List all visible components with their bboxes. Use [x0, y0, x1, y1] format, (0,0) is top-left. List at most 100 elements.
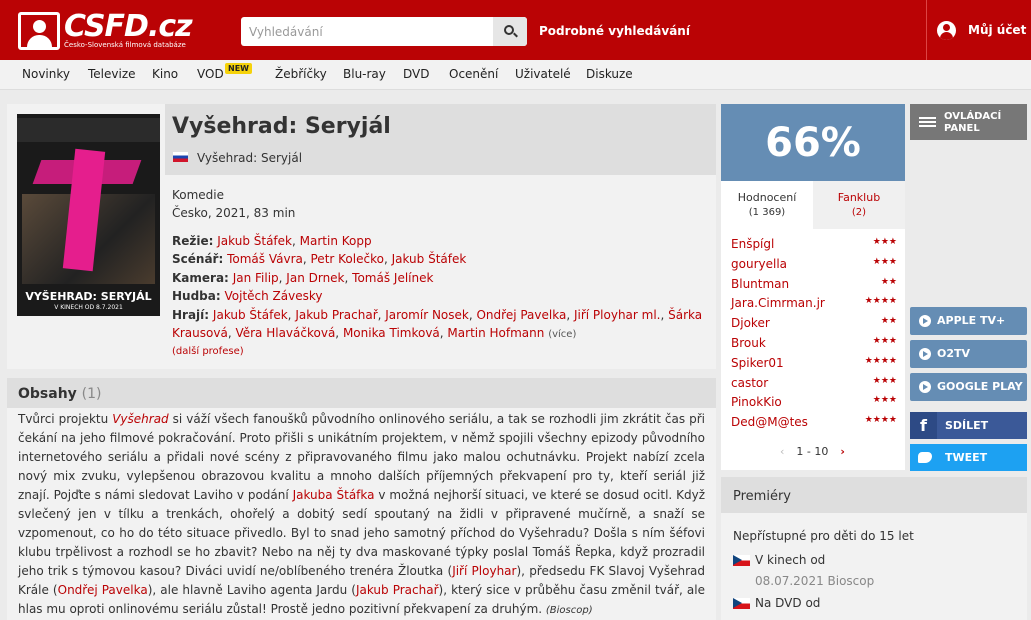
person-link[interactable]: Jan Drnek [286, 271, 344, 285]
user-link[interactable]: Spiker01 [731, 356, 784, 370]
list-item: Enšpígl ★★★ [731, 237, 897, 257]
nav-item-kino[interactable]: Kino [152, 67, 178, 81]
star-rating: ★★★ [872, 237, 897, 247]
film-genre: Komedie [172, 188, 225, 202]
nav-item-uzivatele[interactable]: Uživatelé [515, 67, 571, 81]
user-link[interactable]: Djoker [731, 316, 770, 330]
film-poster[interactable]: VYŠEHRAD: SERYJÁL V KINECH OD 8.7.2021 [17, 114, 160, 316]
age-rating: Nepřístupné pro děti do 15 let [733, 529, 914, 543]
user-icon [937, 20, 956, 40]
nav-item-diskuze[interactable]: Diskuze [586, 67, 633, 81]
list-item: Djoker ★★ [731, 316, 897, 336]
film-title: Vyšehrad: Seryjál [172, 114, 391, 139]
vod-o2tv-button[interactable]: O2TV [910, 340, 1027, 368]
film-alt-title: Vyšehrad: Seryjál [197, 151, 303, 165]
poster-title: VYŠEHRAD: SERYJÁL [25, 290, 152, 303]
user-link[interactable]: castor [731, 376, 768, 390]
credits-camera: Kamera: Jan Filip, Jan Drnek, Tomáš Jelí… [172, 270, 434, 285]
advanced-search-link[interactable]: Podrobné vyhledávání [539, 24, 690, 38]
site-logo[interactable]: CSFD.cz Česko-Slovenská filmová databáze [18, 8, 193, 50]
person-link[interactable]: Jan Filip [233, 271, 279, 285]
credits-cast: Hrají: Jakub Štáfek, Jakub Prachař, Jaro… [172, 307, 703, 341]
person-link[interactable]: Ondřej Pavelka [476, 308, 566, 322]
user-link[interactable]: PinokKio [731, 395, 782, 409]
star-rating: ★★★ [872, 375, 897, 386]
list-item: Ded@M@tes ★★★★ [731, 415, 897, 435]
nav-item-vod[interactable]: VOD [197, 67, 224, 81]
nav-item-televize[interactable]: Televize [88, 67, 136, 81]
twitter-share-button[interactable]: TWEET [910, 444, 1027, 471]
list-item: Spiker01 ★★★★ [731, 356, 897, 376]
tab-fanclub[interactable]: Fanklub (2) [813, 181, 905, 229]
person-link[interactable]: Jakuba Štáfka [293, 488, 375, 502]
control-panel-button[interactable]: OVLÁDACÍ PANEL [910, 104, 1027, 140]
list-item: Brouk ★★★ [731, 336, 897, 356]
vod-google-play-button[interactable]: GOOGLE PLAY [910, 373, 1027, 401]
credits-directing: Režie: Jakub Štáfek, Martin Kopp [172, 234, 372, 248]
user-link[interactable]: Jara.Cimrman.jr [731, 296, 825, 310]
person-link[interactable]: Tomáš Jelínek [352, 271, 433, 285]
twitter-icon [918, 452, 932, 463]
person-link[interactable]: Martin Hofmann [447, 326, 544, 340]
person-link[interactable]: Tomáš Vávra [227, 252, 303, 266]
more-professions-link[interactable]: (další profese) [172, 346, 244, 357]
list-item: PinokKio ★★★ [731, 395, 897, 415]
list-item: gouryella ★★★ [731, 257, 897, 277]
search-box [241, 17, 527, 46]
person-link[interactable]: Vojtěch Závesky [225, 289, 323, 303]
person-link[interactable]: Věra Hlaváčková [235, 326, 335, 340]
person-link[interactable]: Jakub Štáfek [217, 234, 292, 248]
person-link[interactable]: Jakub Prachař [356, 583, 439, 597]
user-link[interactable]: Enšpígl [731, 237, 774, 251]
list-item: Jara.Cimrman.jr ★★★★ [731, 296, 897, 316]
person-link[interactable]: Petr Kolečko [311, 252, 384, 266]
nav-item-zebricky[interactable]: Žebříčky [275, 67, 327, 81]
user-link[interactable]: Brouk [731, 336, 766, 350]
person-link[interactable]: Jaromír Nosek [385, 308, 469, 322]
person-link[interactable]: Jakub Štáfek [392, 252, 467, 266]
premieres-title: Premiéry [733, 489, 791, 504]
chevron-right-icon[interactable]: › [840, 445, 845, 458]
play-icon [919, 315, 931, 327]
logo-subtitle: Česko-Slovenská filmová databáze [64, 40, 186, 49]
nav-item-novinky[interactable]: Novinky [22, 67, 70, 81]
facebook-icon: f [910, 412, 937, 439]
star-rating: ★★★ [872, 256, 897, 267]
film-link[interactable]: Vyšehrad [112, 412, 168, 426]
user-link[interactable]: gouryella [731, 257, 787, 271]
new-badge: NEW [225, 63, 252, 74]
star-rating: ★★★★ [864, 296, 897, 307]
person-link[interactable]: Jakub Prachař [295, 308, 377, 322]
person-link[interactable]: Jiří Ployhar ml. [574, 308, 661, 322]
search-input[interactable] [241, 17, 493, 46]
user-link[interactable]: Bluntman [731, 277, 789, 291]
search-button[interactable] [493, 17, 527, 46]
list-item: Bluntman ★★ [731, 277, 897, 297]
cast-more-link[interactable]: (více) [548, 329, 576, 340]
nav-item-bluray[interactable]: Blu-ray [343, 67, 386, 81]
plot-count: (1) [81, 386, 102, 402]
logo-text: CSFD.cz [64, 8, 193, 44]
chevron-left-icon[interactable]: ‹ [780, 445, 784, 458]
premiere-dvd-label: Na DVD od [755, 596, 821, 610]
account-label: Můj účet [968, 23, 1027, 37]
nav-item-dvd[interactable]: DVD [403, 67, 429, 81]
tab-ratings[interactable]: Hodnocení (1 369) [721, 181, 813, 229]
vod-apple-tv-button[interactable]: APPLE TV+ [910, 307, 1027, 335]
star-rating: ★★★ [872, 395, 897, 406]
film-origin: Česko, 2021, 83 min [172, 206, 296, 220]
person-link[interactable]: Jakub Štáfek [213, 308, 288, 322]
slovakia-flag-icon [173, 152, 188, 162]
main-nav: Novinky Televize Kino VOD NEW Žebříčky B… [0, 60, 1031, 90]
nav-item-oceneni[interactable]: Ocenění [449, 67, 498, 81]
premiere-cinema-date: 08.07.2021 Bioscop [755, 574, 875, 588]
person-link[interactable]: Martin Kopp [300, 234, 372, 248]
user-link[interactable]: Ded@M@tes [731, 415, 808, 429]
facebook-share-button[interactable]: f SDÍLET [910, 412, 1027, 439]
account-button[interactable]: Můj účet [926, 0, 1031, 60]
person-link[interactable]: Jiří Ployhar [452, 564, 516, 578]
user-rating-list: Enšpígl ★★★ gouryella ★★★ Bluntman ★★ Jara.… [731, 237, 897, 435]
person-link[interactable]: Monika Timková [343, 326, 440, 340]
czech-flag-icon [733, 598, 750, 609]
person-link[interactable]: Ondřej Pavelka [58, 583, 148, 597]
